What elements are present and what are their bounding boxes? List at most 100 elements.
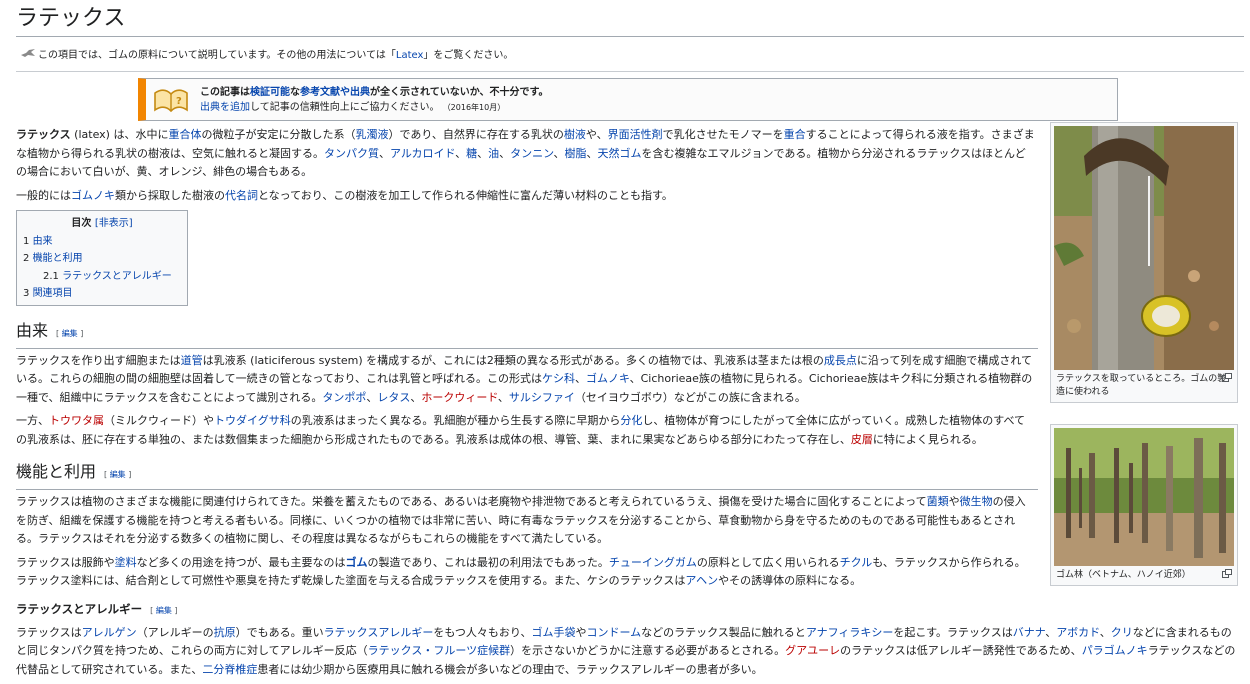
toc-item[interactable]: 2.1 ラテックスとアレルギー <box>23 268 187 286</box>
article-body: ラテックス (latex) は、水中に重合体の微粒子が安定に分散した系（乳濁液）… <box>16 126 1038 621</box>
hatnote-link[interactable]: Latex <box>396 50 424 61</box>
red-link[interactable]: 皮層 <box>851 433 873 446</box>
wiki-link[interactable]: タンポポ <box>322 391 366 404</box>
wiki-link[interactable]: 糖 <box>466 147 477 160</box>
wiki-link[interactable]: チクル <box>840 556 873 569</box>
text-run: ラテックスは <box>16 625 82 639</box>
wiki-link[interactable]: ゴム <box>345 556 367 569</box>
wiki-link[interactable]: アヘン <box>685 574 718 587</box>
wiki-link[interactable]: 代名詞 <box>225 189 258 202</box>
text-run: 、 <box>1045 625 1057 639</box>
wiki-link[interactable]: 成長点 <box>824 354 857 367</box>
wiki-link[interactable]: 天然ゴム <box>597 147 641 160</box>
wiki-link[interactable]: レタス <box>377 391 410 404</box>
wiki-link[interactable]: 微生物 <box>960 495 993 508</box>
toc-num: 1 <box>23 235 30 247</box>
edit-section: [ 編集 ] <box>150 605 178 615</box>
toc-toggle[interactable]: [非表示] <box>95 218 133 229</box>
function-paragraph-1: ラテックスは植物のさまざまな機能に関連付けられてきた。栄養を蓄えたものである、あ… <box>16 493 1036 549</box>
wiki-link[interactable]: サルシファイ <box>509 391 575 404</box>
text-run: や <box>948 495 960 508</box>
page-title: ラテックス <box>16 0 1244 37</box>
table-of-contents: 目次 [非表示] 1 由来 2 機能と利用 2.1 ラテックスとアレルギー 3 … <box>16 210 188 306</box>
wiki-link[interactable]: 樹液 <box>564 128 586 141</box>
wiki-link[interactable]: 樹脂 <box>564 147 586 160</box>
edit-link[interactable]: 編集 <box>156 606 172 615</box>
text-run: で乳化させたモノマーを <box>662 128 784 141</box>
wiki-link[interactable]: パラゴムノキ <box>1082 644 1148 657</box>
text-run: に特によく見られる。 <box>872 432 983 446</box>
wiki-link[interactable]: 菌類 <box>927 495 949 508</box>
rubber-forest-image[interactable] <box>1054 428 1234 566</box>
wiki-link[interactable]: アレルゲン <box>82 626 137 639</box>
edit-link[interactable]: 編集 <box>110 470 126 479</box>
wiki-link[interactable]: アナフィラキシー <box>806 626 894 639</box>
book-question-icon: ? <box>152 83 192 117</box>
wiki-link[interactable]: タンパク質 <box>324 147 379 160</box>
wiki-link[interactable]: ゴムノキ <box>71 189 115 202</box>
wiki-link[interactable]: トウダイグサ科 <box>214 414 291 427</box>
wiki-link[interactable]: ケシ科 <box>542 372 575 385</box>
wiki-link[interactable]: アボカド <box>1056 626 1100 639</box>
red-link[interactable]: グアユーレ <box>785 644 840 657</box>
text-run: ラテックスを作り出す細胞または <box>16 353 181 367</box>
section-heading-function: 機能と利用 [ 編集 ] <box>16 461 1038 490</box>
hatnote-text-pre: この項目では、ゴムの原料について説明しています。その他の用法については「 <box>38 50 396 61</box>
wiki-link[interactable]: 重合体 <box>168 128 201 141</box>
toc-num: 3 <box>23 288 30 299</box>
red-link[interactable]: ホークウィード <box>421 391 498 404</box>
rubber-tapping-image[interactable] <box>1054 126 1234 370</box>
wiki-link[interactable]: 乳濁液 <box>355 128 388 141</box>
allergy-paragraph-1: ラテックスはアレルゲン（アレルギーの抗原）でもある。重いラテックスアレルギーをも… <box>16 624 1241 680</box>
section-heading-origin: 由来 [ 編集 ] <box>16 320 1038 349</box>
ambox-date: （2016年10月） <box>442 102 506 112</box>
edit-link[interactable]: 編集 <box>62 329 78 338</box>
text-run: を起こす。ラテックスは <box>893 625 1013 639</box>
wiki-link[interactable]: クリ <box>1111 626 1133 639</box>
text-run: など多くの用途を持つが、最も主要なのは <box>136 555 346 569</box>
text-run: 、 <box>575 372 587 385</box>
thumbnail-caption: ラテックスを取っているところ。ゴムの製造に使われる <box>1054 370 1234 399</box>
toc-link[interactable]: 機能と利用 <box>33 253 83 264</box>
toc-item[interactable]: 3 関連項目 <box>23 285 187 303</box>
text-run: となっており、この樹液を加工して作られる伸縮性に富んだ薄い材料のことも指す。 <box>258 188 673 202</box>
wiki-link[interactable]: 塗料 <box>115 556 137 569</box>
wiki-link[interactable]: コンドーム <box>586 626 641 639</box>
toc-num: 2 <box>23 253 30 264</box>
toc-item[interactable]: 1 由来 <box>23 233 187 251</box>
text-run: ラテックスは服飾や <box>16 555 115 569</box>
ambox-link-verifiable[interactable]: 検証可能 <box>250 87 290 98</box>
wiki-link[interactable]: 分化 <box>620 414 642 427</box>
text-run: 、 <box>366 390 378 404</box>
toc-link[interactable]: 由来 <box>33 236 53 247</box>
text-run: の微粒子が安定に分散した系（ <box>201 128 356 141</box>
wiki-link[interactable]: バナナ <box>1013 626 1045 639</box>
text-run: をもつ人々もおり、 <box>433 625 532 639</box>
section-title: 由来 <box>16 320 49 340</box>
hatnote: この項目では、ゴムの原料について説明しています。その他の用法については「Late… <box>16 47 1244 72</box>
wiki-link[interactable]: アルカロイド <box>390 147 455 160</box>
wiki-link[interactable]: 道管 <box>181 354 203 367</box>
wiki-link[interactable]: ラテックス・フルーツ症候群 <box>368 644 510 657</box>
wiki-link[interactable]: ラテックスアレルギー <box>324 626 434 639</box>
text-run: 、 <box>553 146 565 160</box>
wiki-link[interactable]: チューイングガム <box>609 556 697 569</box>
caption-text: ゴム林（ベトナム、ハノイ近郊） <box>1056 570 1191 580</box>
ambox-add-source-link[interactable]: 出典を追加 <box>200 102 250 113</box>
wiki-link[interactable]: 界面活性剤 <box>608 128 663 141</box>
wiki-link[interactable]: タンニン <box>510 147 553 160</box>
wiki-link[interactable]: 二分脊椎症 <box>202 663 257 676</box>
toc-link[interactable]: ラテックスとアレルギー <box>62 271 172 282</box>
disambig-icon <box>20 47 36 65</box>
wiki-link[interactable]: 重合 <box>784 128 806 141</box>
magnify-icon[interactable] <box>1222 373 1232 387</box>
magnify-icon[interactable] <box>1222 569 1232 583</box>
wiki-link[interactable]: ゴムノキ <box>586 372 630 385</box>
wiki-link[interactable]: ゴム手袋 <box>531 626 575 639</box>
ambox-link-sources[interactable]: 参考文献や出典 <box>300 87 370 98</box>
wiki-link[interactable]: 油 <box>488 147 499 160</box>
toc-item[interactable]: 2 機能と利用 <box>23 250 187 268</box>
toc-link[interactable]: 関連項目 <box>33 288 73 299</box>
wiki-link[interactable]: 抗原 <box>214 626 236 639</box>
red-link[interactable]: トウワタ属 <box>49 414 104 427</box>
